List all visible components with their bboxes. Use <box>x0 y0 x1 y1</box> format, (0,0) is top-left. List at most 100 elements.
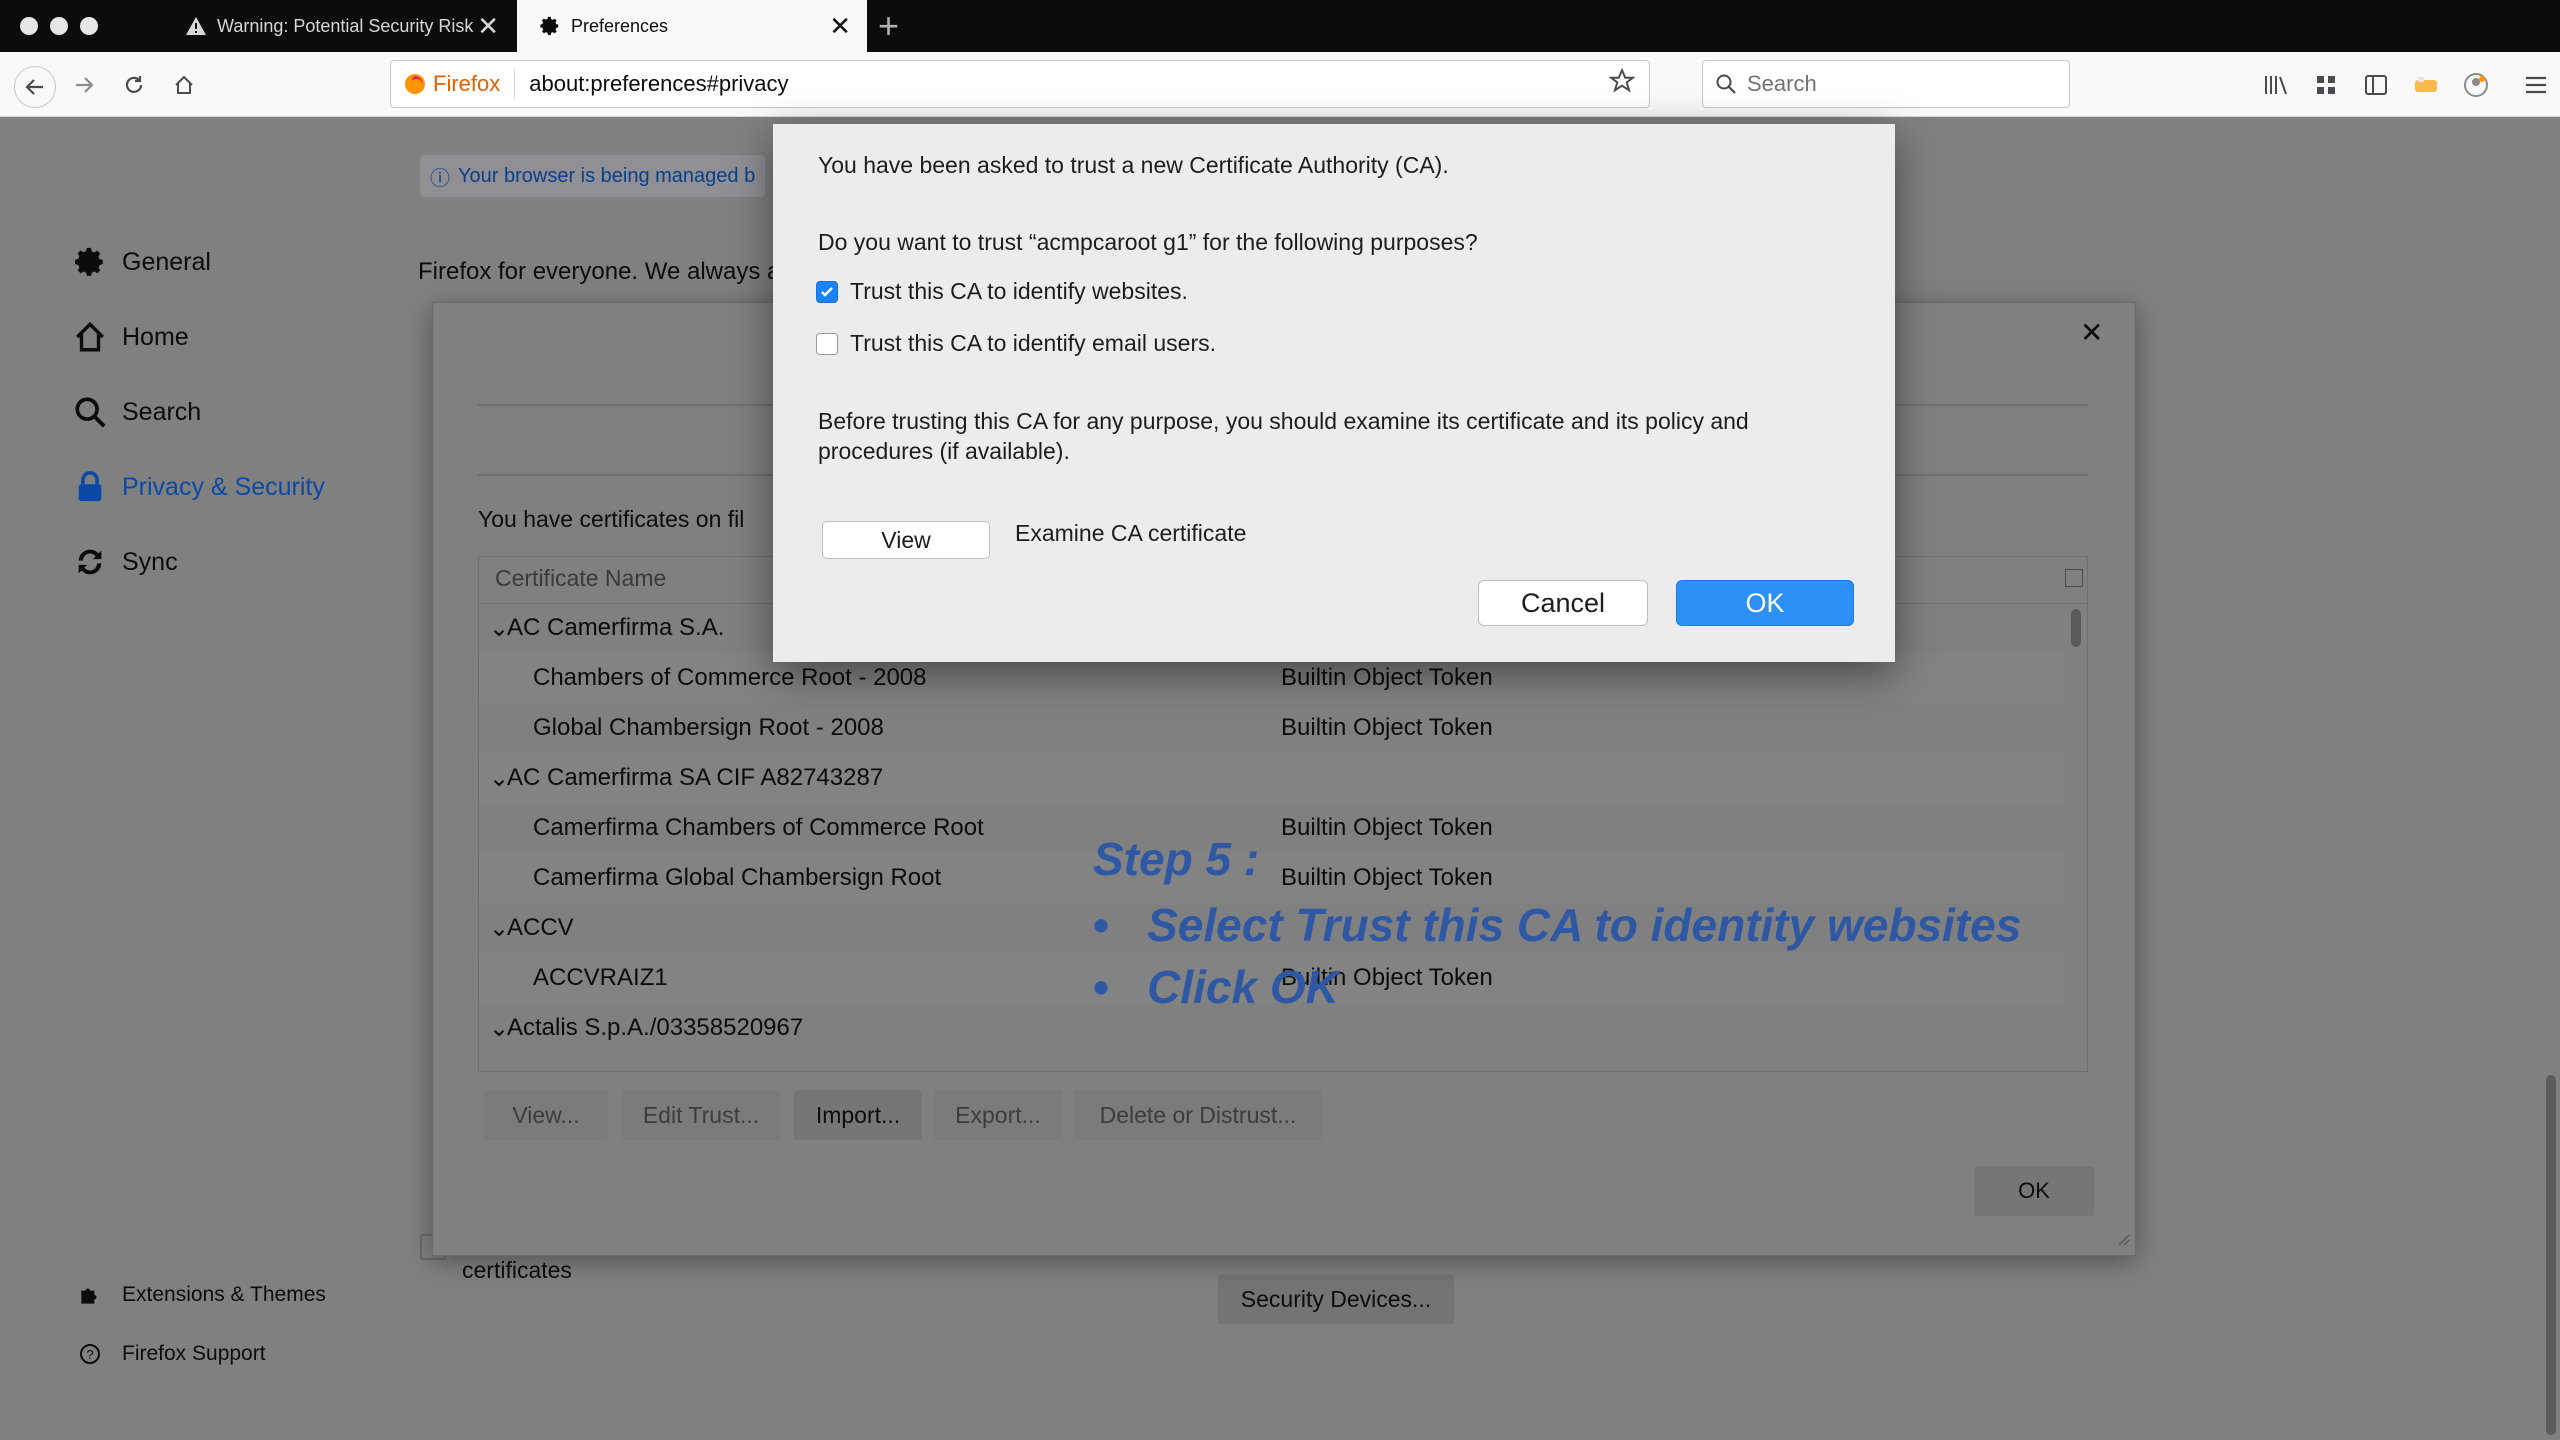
dialog-advice: Before trusting this CA for any purpose,… <box>818 408 1749 464</box>
view-cert-button[interactable]: View... <box>484 1090 608 1140</box>
menu-icon[interactable] <box>2518 70 2554 100</box>
row-name: Actalis S.p.A./03358520967 <box>507 1014 804 1041</box>
row-name: Camerfirma Global Chambersign Root <box>533 864 942 891</box>
svg-text:?: ? <box>86 1347 93 1362</box>
table-row[interactable]: Camerfirma Chambers of Commerce Root Bui… <box>479 803 2064 853</box>
annotation-bullet-text: Click OK <box>1147 961 1339 1013</box>
window-minimize-dot[interactable] <box>50 17 68 35</box>
arrow-right-icon <box>76 77 94 93</box>
extension-icon[interactable] <box>2408 70 2444 100</box>
account-icon[interactable] <box>2458 70 2494 100</box>
library-icon[interactable] <box>2258 70 2294 100</box>
trust-email-label: Trust this CA to identify email users. <box>850 330 1217 356</box>
ok-button[interactable]: OK <box>1676 580 1854 626</box>
close-icon[interactable]: ✕ <box>477 13 499 39</box>
row-name: AC Camerfirma S.A. <box>507 614 725 641</box>
search-icon <box>70 395 110 429</box>
sidebar-item-privacy-security[interactable]: Privacy & Security <box>70 470 325 504</box>
row-token: Builtin Object Token <box>1281 664 1493 691</box>
bullet-icon: • <box>1093 961 1110 1013</box>
row-name: Camerfirma Chambers of Commerce Root <box>533 814 984 841</box>
search-bar[interactable]: Search <box>1702 60 2070 108</box>
sidebar-toggle-icon[interactable] <box>2358 70 2394 100</box>
gear-icon <box>539 15 561 37</box>
trust-websites-label: Trust this CA to identify websites. <box>850 278 1188 304</box>
annotation-bullet: • Click OK <box>1093 960 1339 1014</box>
export-button[interactable]: Export... <box>934 1090 1062 1140</box>
home-button[interactable] <box>166 70 202 100</box>
info-icon: ⓘ <box>430 167 450 190</box>
window-zoom-dot[interactable] <box>80 17 98 35</box>
page-scrollbar[interactable] <box>2546 1075 2556 1435</box>
sidebar-item-firefox-support[interactable]: ? Firefox Support <box>70 1342 266 1366</box>
cancel-button[interactable]: Cancel <box>1478 580 1648 626</box>
intro-text: Firefox for everyone. We always a <box>418 258 781 285</box>
sidebar-item-label: General <box>122 247 211 276</box>
delete-distrust-button[interactable]: Delete or Distrust... <box>1074 1090 1322 1140</box>
sidebar-item-home[interactable]: Home <box>70 320 189 354</box>
annotation-bullet-text: Select Trust this CA to identity website… <box>1147 899 2022 951</box>
url-bar[interactable]: Firefox about:preferences#privacy <box>390 60 1650 108</box>
managed-notice[interactable]: ⓘ Your browser is being managed b <box>420 155 766 197</box>
edit-trust-button[interactable]: Edit Trust... <box>622 1090 780 1140</box>
column-picker-icon[interactable] <box>2065 569 2083 587</box>
checkmark-icon <box>821 286 833 297</box>
import-button[interactable]: Import... <box>794 1090 922 1140</box>
brand-label: Firefox <box>433 71 501 96</box>
reload-icon <box>125 76 143 93</box>
search-icon <box>1715 73 1737 95</box>
trust-websites-option[interactable]: Trust this CA to identify websites. <box>816 278 1188 305</box>
table-row[interactable]: ⌄ AC Camerfirma SA CIF A82743287 <box>479 753 2064 803</box>
managed-notice-text: Your browser is being managed b <box>458 164 756 187</box>
bookmark-star-icon[interactable] <box>1608 67 1636 100</box>
firefox-logo-icon <box>405 74 425 94</box>
table-row[interactable]: Camerfirma Global Chambersign Root Built… <box>479 853 2064 903</box>
tree-scrollbar[interactable] <box>2071 609 2081 647</box>
certificates-message: You have certificates on fil <box>478 506 745 532</box>
window-close-dot[interactable] <box>20 17 38 35</box>
dialog-question: Do you want to trust “acmpcaroot g1” for… <box>818 229 1478 255</box>
warning-icon <box>185 16 207 36</box>
back-button[interactable] <box>14 66 56 108</box>
row-name: ACCVRAIZ1 <box>533 964 668 991</box>
row-token: Builtin Object Token <box>1281 814 1493 841</box>
tab-label: Preferences <box>571 15 669 36</box>
forward-button[interactable] <box>66 70 102 100</box>
trust-email-checkbox[interactable] <box>816 332 838 355</box>
sidebar-item-sync[interactable]: Sync <box>70 545 178 579</box>
row-token: Builtin Object Token <box>1281 714 1493 741</box>
resize-grip-icon[interactable] <box>2114 1230 2130 1246</box>
url-text[interactable]: about:preferences#privacy <box>529 71 1609 97</box>
close-icon[interactable]: ✕ <box>829 13 851 39</box>
annotation-title: Step 5 : <box>1093 833 1260 885</box>
trust-websites-checkbox[interactable] <box>816 280 838 303</box>
view-ca-certificate-button[interactable]: View <box>822 521 990 559</box>
close-icon[interactable]: ✕ <box>2080 316 2103 349</box>
row-name: ACCV <box>507 914 574 941</box>
table-row[interactable]: Global Chambersign Root - 2008 Builtin O… <box>479 703 2064 753</box>
gear-icon <box>70 245 110 279</box>
row-name: AC Camerfirma SA CIF A82743287 <box>507 764 884 791</box>
tab-label: Warning: Potential Security Risk <box>217 15 474 36</box>
cert-manager-ok-button[interactable]: OK <box>1974 1166 2094 1216</box>
sidebar-item-label: Firefox Support <box>122 1342 266 1365</box>
column-header-certificate-name[interactable]: Certificate Name <box>495 565 666 592</box>
new-tab-button[interactable]: + <box>878 6 899 46</box>
grid-icon[interactable] <box>2308 70 2344 100</box>
row-token: Builtin Object Token <box>1281 864 1493 891</box>
sidebar-item-general[interactable]: General <box>70 245 211 279</box>
sidebar-item-search[interactable]: Search <box>70 395 201 429</box>
sidebar-item-label: Home <box>122 322 189 351</box>
view-caption: Examine CA certificate <box>1015 520 1247 546</box>
trust-email-option[interactable]: Trust this CA to identify email users. <box>816 330 1216 357</box>
row-name: Global Chambersign Root - 2008 <box>533 714 884 741</box>
sidebar-item-label: Sync <box>122 547 178 576</box>
sidebar-item-extensions-themes[interactable]: Extensions & Themes <box>70 1282 326 1308</box>
reload-button[interactable] <box>116 70 152 100</box>
sidebar-item-label: Privacy & Security <box>122 472 325 501</box>
identity-box[interactable]: Firefox <box>403 71 500 97</box>
security-devices-button[interactable]: Security Devices... <box>1218 1274 1454 1324</box>
puzzle-icon <box>70 1282 110 1308</box>
tab-preferences[interactable]: Preferences ✕ <box>517 0 867 52</box>
tab-security-warning[interactable]: Warning: Potential Security Risk ✕ <box>163 0 515 52</box>
